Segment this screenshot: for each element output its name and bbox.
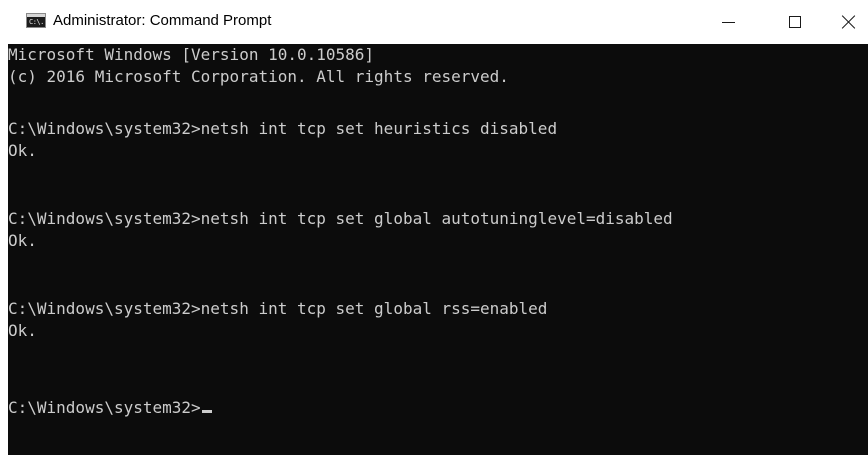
console-line-output: Ok.	[8, 141, 37, 160]
console-prompt: C:\Windows\system32>	[8, 398, 201, 417]
close-icon	[842, 15, 856, 29]
console-prompt-line[interactable]: C:\Windows\system32>	[8, 397, 212, 419]
console-line-copyright: (c) 2016 Microsoft Corporation. All righ…	[8, 67, 509, 86]
console-line-command: C:\Windows\system32>netsh int tcp set gl…	[8, 209, 673, 228]
minimize-button[interactable]	[705, 0, 751, 44]
command-prompt-window: C:\. Administrator: Command Prompt Micro…	[0, 0, 868, 455]
console-line-command: C:\Windows\system32>netsh int tcp set he…	[8, 119, 558, 138]
console-line-command: C:\Windows\system32>netsh int tcp set gl…	[8, 299, 548, 318]
command-prompt-icon[interactable]: C:\.	[26, 13, 46, 28]
text-cursor	[201, 410, 212, 413]
console-output-area[interactable]: Microsoft Windows [Version 10.0.10586] (…	[8, 44, 868, 455]
maximize-icon	[789, 16, 801, 28]
console-line-output: Ok.	[8, 231, 37, 250]
minimize-icon	[721, 21, 735, 23]
window-title: Administrator: Command Prompt	[53, 12, 272, 29]
title-bar[interactable]: C:\. Administrator: Command Prompt	[0, 0, 868, 44]
console-line-output: Ok.	[8, 321, 37, 340]
icon-title-strip	[27, 14, 45, 17]
close-button[interactable]	[826, 0, 868, 44]
maximize-button[interactable]	[772, 0, 818, 44]
console-line-version: Microsoft Windows [Version 10.0.10586]	[8, 45, 375, 64]
icon-label: C:\.	[29, 18, 44, 26]
